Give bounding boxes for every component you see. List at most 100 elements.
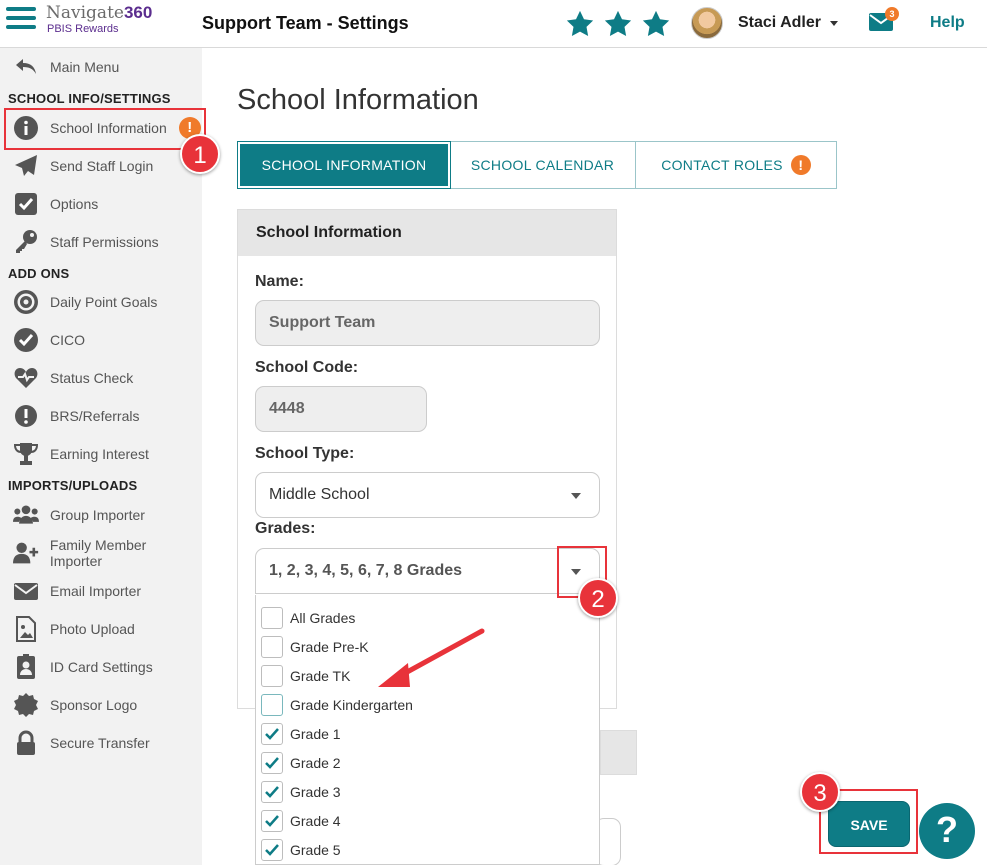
tab-label: SCHOOL CALENDAR bbox=[470, 157, 615, 173]
school-code-field[interactable]: 4448 bbox=[255, 386, 427, 432]
step-marker-1: 1 bbox=[180, 134, 220, 174]
chevron-down-icon[interactable] bbox=[830, 21, 838, 26]
grades-value: 1, 2, 3, 4, 5, 6, 7, 8 Grades bbox=[269, 562, 463, 579]
checkbox[interactable] bbox=[261, 665, 283, 687]
sidebar-item-photo-upload[interactable]: Photo Upload bbox=[0, 610, 202, 648]
grade-option-2[interactable]: Grade 2 bbox=[261, 751, 341, 775]
chevron-down-icon bbox=[571, 493, 581, 499]
checkbox-checked[interactable] bbox=[261, 810, 283, 832]
check-icon bbox=[265, 728, 279, 740]
option-label: Grade Kindergarten bbox=[290, 697, 413, 713]
sidebar-item-label: Send Staff Login bbox=[50, 158, 154, 174]
grades-label: Grades: bbox=[255, 520, 316, 537]
checkbox-checked[interactable] bbox=[261, 723, 283, 745]
grade-option-5[interactable]: Grade 5 bbox=[261, 838, 341, 862]
sidebar-item-family-member-importer[interactable]: Family Member Importer bbox=[0, 534, 202, 572]
grade-option-tk[interactable]: Grade TK bbox=[261, 664, 350, 688]
sidebar-item-email-importer[interactable]: Email Importer bbox=[0, 572, 202, 610]
grade-option-3[interactable]: Grade 3 bbox=[261, 780, 341, 804]
tab-school-information[interactable]: SCHOOL INFORMATION bbox=[237, 141, 451, 189]
school-type-select[interactable]: Middle School bbox=[255, 472, 600, 518]
sidebar-item-label: BRS/Referrals bbox=[50, 408, 140, 424]
sidebar-item-label: Status Check bbox=[50, 370, 134, 386]
image-file-icon bbox=[16, 616, 36, 642]
tab-label: SCHOOL INFORMATION bbox=[261, 157, 427, 173]
checkbox[interactable] bbox=[261, 694, 283, 716]
brand-number: 360 bbox=[123, 3, 153, 22]
sidebar-section-school: SCHOOL INFO/SETTINGS bbox=[8, 91, 171, 106]
sidebar-item-brs-referrals[interactable]: BRS/Referrals bbox=[0, 397, 202, 435]
back-arrow-icon bbox=[16, 59, 36, 74]
sidebar-item-cico[interactable]: CICO bbox=[0, 321, 202, 359]
grade-option-all[interactable]: All Grades bbox=[261, 606, 355, 630]
key-icon bbox=[16, 230, 37, 253]
sidebar-item-label: Secure Transfer bbox=[50, 735, 150, 751]
option-label: Grade TK bbox=[290, 668, 351, 684]
second-card-header bbox=[600, 730, 637, 775]
help-link[interactable]: Help bbox=[930, 14, 965, 32]
envelope-icon bbox=[14, 583, 38, 600]
brand-subtitle: PBIS Rewards bbox=[47, 23, 119, 35]
sidebar-section-imports: IMPORTS/UPLOADS bbox=[8, 478, 138, 493]
tab-contact-roles[interactable]: CONTACT ROLES ! bbox=[636, 142, 836, 188]
user-name[interactable]: Staci Adler bbox=[738, 14, 821, 32]
sidebar-item-secure-transfer[interactable]: Secure Transfer bbox=[0, 724, 202, 762]
checkbox[interactable] bbox=[261, 636, 283, 658]
sidebar-item-group-importer[interactable]: Group Importer bbox=[0, 496, 202, 534]
check-icon bbox=[265, 786, 279, 798]
sidebar-item-label: Family Member Importer bbox=[49, 537, 147, 569]
step-marker-3: 3 bbox=[800, 772, 840, 812]
option-label: Grade 5 bbox=[290, 842, 341, 858]
help-button[interactable]: ? bbox=[919, 803, 975, 859]
school-type-label: School Type: bbox=[255, 445, 355, 462]
grade-option-1[interactable]: Grade 1 bbox=[261, 722, 341, 746]
sidebar-item-label: ID Card Settings bbox=[50, 659, 153, 675]
grade-option-kindergarten[interactable]: Grade Kindergarten bbox=[261, 693, 413, 717]
sidebar-item-daily-point-goals[interactable]: Daily Point Goals bbox=[0, 283, 202, 321]
sidebar-item-status-check[interactable]: Status Check bbox=[0, 359, 202, 397]
grade-option-4[interactable]: Grade 4 bbox=[261, 809, 341, 833]
annotation-arrow-icon bbox=[378, 628, 485, 687]
school-type-value: Middle School bbox=[269, 486, 370, 503]
sidebar-item-label: Photo Upload bbox=[50, 621, 135, 637]
step-marker-2: 2 bbox=[578, 578, 618, 618]
sidebar-item-options[interactable]: Options bbox=[0, 185, 202, 223]
tab-label: CONTACT ROLES bbox=[661, 157, 783, 173]
name-label: Name: bbox=[255, 273, 304, 290]
name-field[interactable]: Support Team bbox=[255, 300, 600, 346]
hamburger-menu-icon[interactable] bbox=[6, 7, 36, 35]
checkbox-icon bbox=[15, 193, 37, 215]
checkbox[interactable] bbox=[261, 607, 283, 629]
badge-seal-icon bbox=[14, 693, 38, 717]
option-label: Grade Pre-K bbox=[290, 639, 369, 655]
star-icon bbox=[642, 10, 670, 36]
avatar[interactable] bbox=[691, 7, 723, 39]
sidebar-item-send-staff-login[interactable]: Send Staff Login bbox=[0, 147, 202, 185]
highlight-box-school-information bbox=[4, 108, 206, 150]
option-label: Grade 4 bbox=[290, 813, 341, 829]
sidebar-item-earning-interest[interactable]: Earning Interest bbox=[0, 435, 202, 473]
sidebar-item-sponsor-logo[interactable]: Sponsor Logo bbox=[0, 686, 202, 724]
option-label: All Grades bbox=[290, 610, 356, 626]
sidebar-item-id-card-settings[interactable]: ID Card Settings bbox=[0, 648, 202, 686]
sidebar-section-addons: ADD ONS bbox=[8, 266, 70, 281]
grade-option-prek[interactable]: Grade Pre-K bbox=[261, 635, 369, 659]
option-label: Grade 3 bbox=[290, 784, 341, 800]
checkbox-checked[interactable] bbox=[261, 839, 283, 861]
alert-icon: ! bbox=[790, 155, 811, 175]
sidebar-item-staff-permissions[interactable]: Staff Permissions bbox=[0, 223, 202, 261]
sidebar-item-main-menu[interactable]: Main Menu bbox=[0, 48, 202, 86]
star-icon bbox=[566, 10, 594, 36]
brand-logo[interactable]: Navigate360 PBIS Rewards bbox=[46, 3, 152, 35]
card-title: School Information bbox=[238, 210, 616, 256]
users-icon bbox=[13, 505, 39, 524]
tab-school-calendar[interactable]: SCHOOL CALENDAR bbox=[450, 142, 636, 188]
checkbox-checked[interactable] bbox=[261, 781, 283, 803]
sidebar-item-label: Main Menu bbox=[50, 59, 120, 75]
mail-count-badge: 3 bbox=[885, 7, 899, 21]
checkbox-checked[interactable] bbox=[261, 752, 283, 774]
option-label: Grade 2 bbox=[290, 755, 341, 771]
sidebar-item-label: Email Importer bbox=[50, 583, 142, 599]
grades-select[interactable]: 1, 2, 3, 4, 5, 6, 7, 8 Grades bbox=[255, 548, 600, 594]
check-circle-icon bbox=[14, 328, 38, 352]
